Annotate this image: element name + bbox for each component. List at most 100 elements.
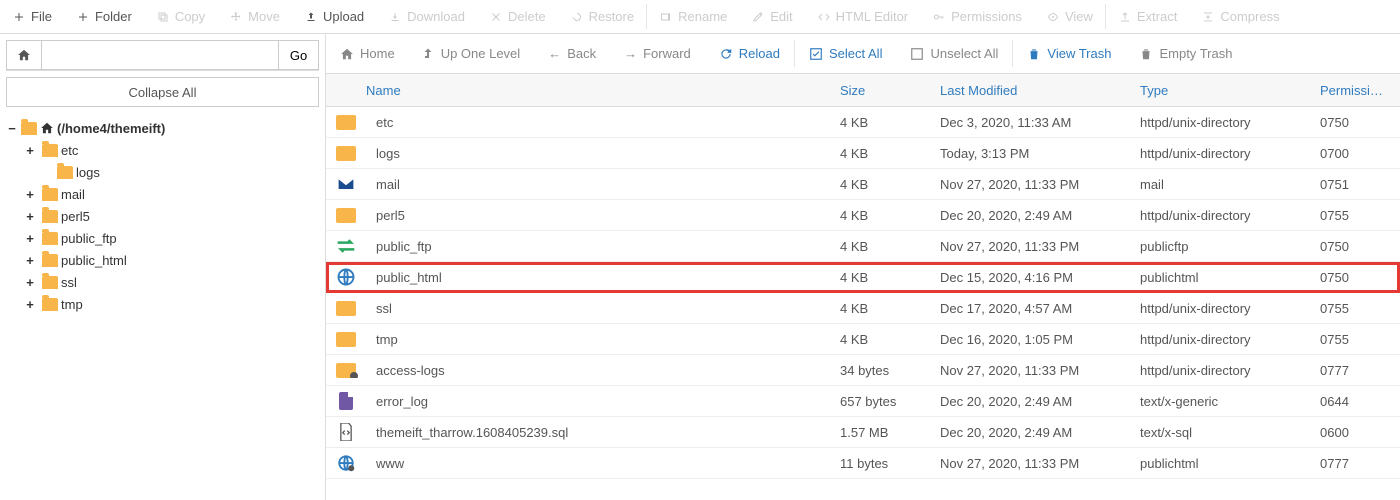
tree-item-public_ftp[interactable]: + public_ftp (24, 227, 319, 249)
move-icon (229, 10, 243, 24)
folder-link-icon (336, 363, 356, 378)
nav-bar: Home Up One Level ←Back →Forward Reload … (326, 34, 1400, 74)
path-input[interactable] (42, 40, 279, 70)
toolbar-label: Move (248, 9, 280, 24)
row-icon (326, 332, 366, 347)
file-row[interactable]: error_log 657 bytes Dec 20, 2020, 2:49 A… (326, 386, 1400, 417)
row-type: text/x-sql (1130, 425, 1310, 440)
copy-button: Copy (144, 0, 217, 33)
tree-root[interactable]: − (/home4/themeift) (6, 117, 319, 139)
folder-button[interactable]: Folder (64, 0, 144, 33)
file-row[interactable]: ssl 4 KB Dec 17, 2020, 4:57 AM httpd/uni… (326, 293, 1400, 324)
col-header-size[interactable]: Size (830, 83, 930, 98)
tree-item-tmp[interactable]: +tmp (24, 293, 319, 315)
trash-icon (1027, 47, 1041, 61)
tree-item-label: public_html (61, 253, 127, 268)
tree-item-mail[interactable]: +mail (24, 183, 319, 205)
html-button: HTML Editor (805, 0, 920, 33)
col-header-modified[interactable]: Last Modified (930, 83, 1130, 98)
row-size: 4 KB (830, 115, 930, 130)
file-row[interactable]: access-logs 34 bytes Nov 27, 2020, 11:33… (326, 355, 1400, 386)
empty-trash-button[interactable]: Empty Trash (1125, 34, 1246, 73)
globe-link-icon (337, 454, 355, 472)
tree-item-public_html[interactable]: + public_html (24, 249, 319, 271)
col-header-name[interactable]: Name (326, 83, 830, 98)
row-icon (326, 115, 366, 130)
col-header-permissions[interactable]: Permissions (1310, 83, 1400, 98)
tree-collapse-icon[interactable]: − (6, 121, 18, 136)
row-name: error_log (366, 394, 830, 409)
tree-expand-icon[interactable]: + (24, 187, 36, 202)
home-path-button[interactable] (6, 40, 42, 70)
plus-icon (76, 10, 90, 24)
upload-button[interactable]: Upload (292, 0, 376, 33)
row-type: httpd/unix-directory (1130, 208, 1310, 223)
row-name: themeift_tharrow.1608405239.sql (366, 425, 830, 440)
tree-item-logs[interactable]: logs (24, 161, 319, 183)
tree-expand-icon[interactable]: + (24, 143, 36, 158)
row-permissions: 0751 (1310, 177, 1400, 192)
tree-item-perl5[interactable]: +perl5 (24, 205, 319, 227)
row-permissions: 0644 (1310, 394, 1400, 409)
nav-reload-button[interactable]: Reload (705, 34, 794, 73)
home-icon (17, 48, 31, 62)
row-modified: Nov 27, 2020, 11:33 PM (930, 177, 1130, 192)
nav-up-button[interactable]: Up One Level (409, 34, 535, 73)
toolbar-label: Upload (323, 9, 364, 24)
folder-icon (42, 276, 58, 289)
tree-expand-icon[interactable]: + (24, 275, 36, 290)
grid-header: Name Size Last Modified Type Permissions (326, 74, 1400, 107)
folder-icon (42, 144, 58, 157)
toolbar-label: Extract (1137, 9, 1177, 24)
tree-expand-icon[interactable]: + (24, 231, 36, 246)
file-code-icon (338, 423, 354, 441)
select-all-button[interactable]: Select All (795, 34, 896, 73)
file-row[interactable]: tmp 4 KB Dec 16, 2020, 1:05 PM httpd/uni… (326, 324, 1400, 355)
content-panel: Home Up One Level ←Back →Forward Reload … (326, 34, 1400, 500)
tree-item-etc[interactable]: +etc (24, 139, 319, 161)
tree-item-ssl[interactable]: +ssl (24, 271, 319, 293)
path-bar: Go (6, 40, 319, 71)
edit-button: Edit (739, 0, 804, 33)
home-icon (340, 47, 354, 61)
arrow-left-icon: ← (548, 46, 561, 61)
file-row[interactable]: themeift_tharrow.1608405239.sql 1.57 MB … (326, 417, 1400, 448)
nav-back-button[interactable]: ←Back (534, 34, 610, 73)
row-size: 4 KB (830, 177, 930, 192)
file-row[interactable]: logs 4 KB Today, 3:13 PM httpd/unix-dire… (326, 138, 1400, 169)
file-row[interactable]: public_html 4 KB Dec 15, 2020, 4:16 PM p… (326, 262, 1400, 293)
file-row[interactable]: etc 4 KB Dec 3, 2020, 11:33 AM httpd/uni… (326, 107, 1400, 138)
file-row[interactable]: www 11 bytes Nov 27, 2020, 11:33 PM publ… (326, 448, 1400, 479)
copy-icon (156, 10, 170, 24)
file-row[interactable]: mail 4 KB Nov 27, 2020, 11:33 PM mail 07… (326, 169, 1400, 200)
row-modified: Today, 3:13 PM (930, 146, 1130, 161)
row-type: httpd/unix-directory (1130, 363, 1310, 378)
unselect-all-button[interactable]: Unselect All (896, 34, 1012, 73)
row-modified: Nov 27, 2020, 11:33 PM (930, 363, 1130, 378)
file-row[interactable]: public_ftp 4 KB Nov 27, 2020, 11:33 PM p… (326, 231, 1400, 262)
tree-expand-icon[interactable]: + (24, 253, 36, 268)
folder-icon (336, 301, 356, 316)
file-button[interactable]: File (0, 0, 64, 33)
toolbar-label: Folder (95, 9, 132, 24)
tree-expand-icon[interactable]: + (24, 297, 36, 312)
col-header-type[interactable]: Type (1130, 83, 1310, 98)
home-icon (40, 121, 54, 135)
folder-icon (42, 232, 58, 245)
file-row[interactable]: perl5 4 KB Dec 20, 2020, 2:49 AM httpd/u… (326, 200, 1400, 231)
nav-home-button[interactable]: Home (326, 34, 409, 73)
view-trash-button[interactable]: View Trash (1013, 34, 1125, 73)
upload-icon (304, 10, 318, 24)
tree-item-label: public_ftp (61, 231, 117, 246)
transfer-icon (336, 239, 356, 253)
row-icon (326, 146, 366, 161)
row-icon (326, 177, 366, 191)
toolbar-label: Restore (589, 9, 635, 24)
nav-forward-button[interactable]: →Forward (610, 34, 705, 73)
main-toolbar: FileFolderCopyMoveUploadDownloadDeleteRe… (0, 0, 1400, 34)
go-button[interactable]: Go (279, 40, 319, 70)
tree-expand-icon[interactable]: + (24, 209, 36, 224)
row-type: httpd/unix-directory (1130, 301, 1310, 316)
collapse-all-button[interactable]: Collapse All (6, 77, 319, 107)
row-icon (326, 268, 366, 286)
